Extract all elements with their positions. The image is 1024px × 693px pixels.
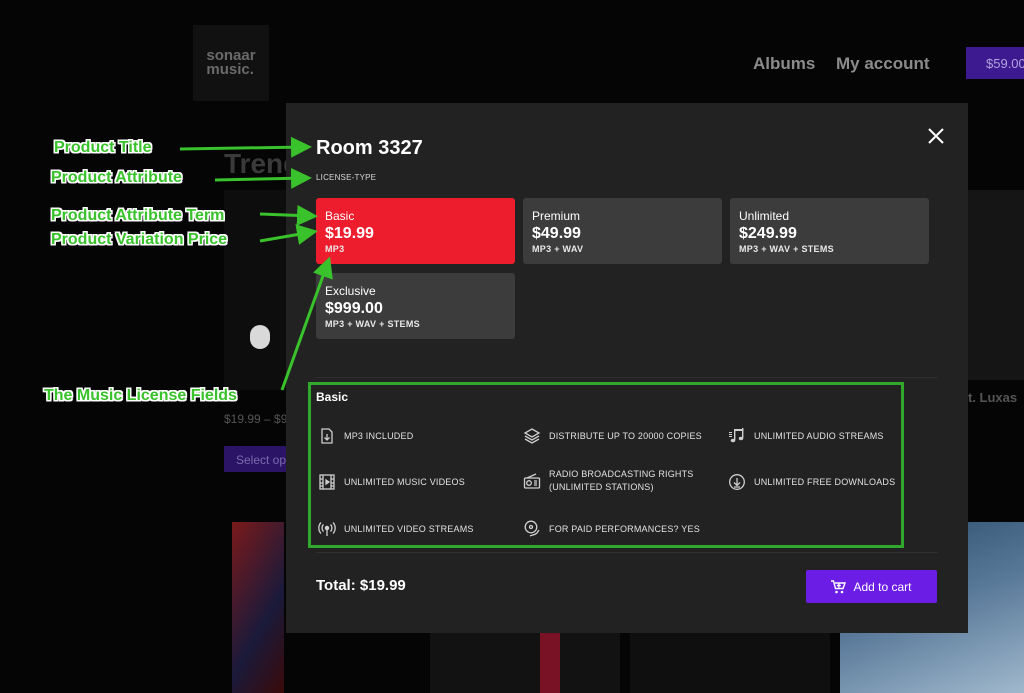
term-files: MP3 + WAV + STEMS [739,244,834,254]
license-feature: UNLIMITED MUSIC VIDEOS [318,473,465,491]
term-price: $19.99 [325,225,374,242]
term-files: MP3 + WAV [532,244,584,254]
close-button[interactable] [924,124,948,148]
bg-tile-3[interactable] [540,633,560,693]
broadcast-icon [318,522,336,536]
bg-album-logo [250,325,270,349]
product-attribute-label: LICENSE-TYPE [316,173,377,182]
cart-icon [831,579,847,593]
feature-text: UNLIMITED MUSIC VIDEOS [344,476,465,487]
add-to-cart-label: Add to cart [853,579,912,594]
term-name: Premium [532,209,581,223]
license-feature: UNLIMITED AUDIO STREAMS [728,427,884,445]
variation-modal [286,103,968,633]
nav-albums[interactable]: Albums [753,54,815,74]
feature-text: UNLIMITED AUDIO STREAMS [754,430,884,441]
bg-album-card[interactable] [224,190,286,390]
music-notes-icon [729,428,744,443]
license-feature: UNLIMITED FREE DOWNLOADS [728,473,895,491]
bg-album-card-right[interactable] [968,190,1024,380]
term-name: Basic [325,209,355,223]
feature-text: UNLIMITED FREE DOWNLOADS [754,476,896,487]
term-name: Exclusive [325,284,376,298]
term-price: $49.99 [532,225,581,242]
term-files: MP3 + WAV + STEMS [325,319,420,329]
bg-tile-2[interactable] [430,633,620,693]
annotation-attribute-term: Product Attribute Term [51,207,225,224]
vinyl-hand-icon [524,520,540,537]
feature-text-line-1: RADIO BROADCASTING RIGHTS [549,469,694,479]
annotation-product-attribute: Product Attribute [51,169,182,186]
term-price: $249.99 [739,225,797,242]
license-term-exclusive[interactable]: Exclusive $999.00 MP3 + WAV + STEMS [316,273,515,339]
header-cart-button[interactable]: $59.00 [966,47,1024,79]
bg-card-title: t. Luxas [968,390,1018,405]
site-logo[interactable]: sonaar music. [193,25,269,101]
term-name: Unlimited [739,209,790,223]
license-feature: UNLIMITED VIDEO STREAMS [318,520,474,538]
license-title: Basic [316,390,349,404]
product-title: Room 3327 [316,137,423,159]
logo-line-2: music. [206,61,254,78]
divider-bottom [316,552,938,553]
annotation-license-fields: The Music License Fields [44,387,237,404]
file-download-icon [321,428,333,444]
bg-select-options-button[interactable]: Select options [224,446,288,472]
feature-text-line-2: (UNLIMITED STATIONS) [549,482,654,492]
download-circle-icon [729,474,745,490]
bg-price-range: $19.99 – $99 [224,412,295,426]
feature-text: RADIO BROADCASTING RIGHTS (UNLIMITED STAT… [549,468,694,494]
feature-text: MP3 INCLUDED [344,430,414,441]
license-term-premium[interactable]: Premium $49.99 MP3 + WAV [523,198,722,264]
license-term-unlimited[interactable]: Unlimited $249.99 MP3 + WAV + STEMS [730,198,929,264]
add-to-cart-button[interactable]: Add to cart [806,570,937,603]
annotation-variation-price: Product Variation Price [51,231,228,248]
term-files: MP3 [325,244,345,254]
license-feature: DISTRIBUTE UP TO 20000 COPIES [523,427,702,445]
film-icon [319,474,335,490]
bg-tile-4[interactable] [630,633,830,693]
divider-top [316,377,938,378]
radio-icon [523,473,541,489]
annotation-product-title: Product Title [54,139,152,156]
license-feature: MP3 INCLUDED [318,427,413,445]
bg-tile-1[interactable] [232,522,284,693]
nav-my-account[interactable]: My account [836,54,930,74]
feature-text: UNLIMITED VIDEO STREAMS [344,523,474,534]
feature-text: DISTRIBUTE UP TO 20000 COPIES [549,430,702,441]
license-term-basic[interactable]: Basic $19.99 MP3 [316,198,515,264]
layers-icon [523,428,541,444]
license-feature: FOR PAID PERFORMANCES? YES [523,520,700,538]
term-price: $999.00 [325,300,383,317]
license-feature: RADIO BROADCASTING RIGHTS (UNLIMITED STAT… [523,468,694,494]
close-icon [928,128,944,144]
total-price: Total: $19.99 [316,577,406,594]
feature-text: FOR PAID PERFORMANCES? YES [549,523,700,534]
